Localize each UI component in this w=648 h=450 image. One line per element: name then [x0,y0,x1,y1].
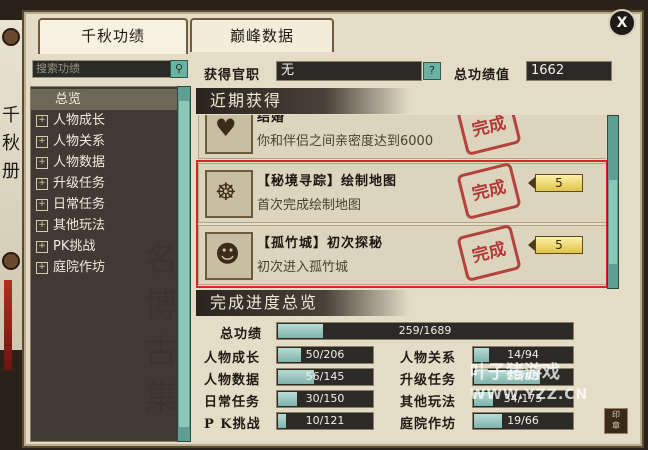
recent-scrollbar[interactable] [607,115,619,289]
scrollbar-thumb[interactable] [609,180,617,264]
watermark-line2: WWW.YZZ.CN [470,387,589,403]
tree-item-label: 日常任务 [53,197,106,212]
progress-row-label: P K挑战 [204,417,261,432]
highlight-box [196,160,608,288]
total-score-value: 1662 [526,61,612,81]
watermark-line1: 叶子猪游戏 [470,362,560,383]
tree-item-label: 人物关系 [53,134,106,149]
progress-text: 14/94 [507,348,539,361]
progress-row-bar: 50/206 [276,346,374,364]
tab-achievements[interactable]: 千秋功绩 [38,18,188,54]
achievement-desc: 你和伴侣之间亲密度达到6000 [257,134,434,149]
scroll-knob-icon [2,252,20,270]
expand-icon[interactable]: + [36,177,48,190]
progress-text: 259/1689 [398,324,452,337]
tree-item-relations[interactable]: + 人物关系 [31,131,177,152]
progress-text: 30/150 [305,392,345,405]
scroll-knob-icon [2,28,20,46]
expand-icon[interactable]: + [36,135,48,148]
progress-row-label: 人物关系 [400,351,457,366]
left-scroll-banner: 千秋册 [0,20,24,370]
expand-icon[interactable]: + [36,219,48,232]
seal-stamp-icon: 印章 [604,408,628,434]
tree-item-label: 其他玩法 [53,218,106,233]
expand-icon[interactable]: + [36,156,48,169]
tree-item-upgrade-quests[interactable]: + 升级任务 [31,173,177,194]
progress-row-label: 日常任务 [204,395,261,410]
tree-item-pk[interactable]: + PK挑战 [31,236,177,257]
expand-icon[interactable]: + [36,198,48,211]
expand-icon[interactable]: + [36,114,48,127]
progress-row-label: 庭院作坊 [400,417,457,432]
expand-icon[interactable]: + [36,261,48,274]
official-title-value: 无 [276,61,422,81]
progress-row-label: 升级任务 [400,373,457,388]
tree-item-stats[interactable]: + 人物数据 [31,152,177,173]
close-button[interactable]: X [608,9,636,37]
game-window: 千秋册 千秋功绩 巅峰数据 X 搜索功绩 ⚲ 名博古集 总览 + 人物成长 + 人物… [0,0,648,450]
completed-stamp: 完成 [456,115,522,157]
progress-row-label: 其他玩法 [400,395,457,410]
tree-item-label: 总览 [55,92,82,107]
achievement-item[interactable]: ♥ 结婚 你和伴侣之间亲密度达到6000 完成 [198,115,606,159]
progress-text: 19/66 [507,414,539,427]
progress-row-bar: 10/121 [276,412,374,430]
recent-heading: 近期获得 [196,88,410,114]
progress-row-bar: 56/145 [276,368,374,386]
tree-item-overview[interactable]: 总览 [31,89,177,110]
tree-item-daily-quests[interactable]: + 日常任务 [31,194,177,215]
achievement-icon: ♥ [205,115,253,154]
tree-item-other[interactable]: + 其他玩法 [31,215,177,236]
progress-text: 50/206 [305,348,345,361]
expand-icon[interactable]: + [36,240,48,253]
progress-total-label: 总功绩 [220,327,263,342]
progress-row-label: 人物数据 [204,373,261,388]
tree-item-label: PK挑战 [53,239,96,254]
tree-scrollbar[interactable] [177,86,191,442]
achievement-title: 结婚 [257,115,286,125]
total-score-label: 总功绩值 [454,68,511,83]
progress-text: 10/121 [305,414,345,427]
tree-item-label: 升级任务 [53,176,106,191]
tree-item-label: 人物数据 [53,155,106,170]
tree-item-label: 人物成长 [53,113,106,128]
tassel-icon [4,280,12,370]
tab-peak-data[interactable]: 巅峰数据 [190,18,334,52]
tree-item-label: 庭院作坊 [53,260,106,275]
scrollbar-thumb[interactable] [179,101,189,427]
progress-total-bar: 259/1689 [276,322,574,340]
search-input[interactable]: 搜索功绩 [32,60,173,78]
tree-item-growth[interactable]: + 人物成长 [31,110,177,131]
progress-row-label: 人物成长 [204,351,261,366]
official-title-label: 获得官职 [204,68,261,83]
scroll-banner-text: 千秋册 [2,105,20,182]
progress-text: 56/145 [305,370,345,383]
progress-heading: 完成进度总览 [196,290,410,316]
progress-row-bar: 30/150 [276,390,374,408]
tree-item-courtyard[interactable]: + 庭院作坊 [31,257,177,278]
progress-row-bar: 19/66 [472,412,574,430]
category-tree: 名博古集 总览 + 人物成长 + 人物关系 + 人物数据 + 升级任务 + 日常任务 + 其… [30,86,178,442]
site-watermark: 叶子猪游戏 WWW.YZZ.CN [470,362,630,406]
help-button[interactable]: ? [423,62,441,80]
search-icon[interactable]: ⚲ [170,60,188,78]
